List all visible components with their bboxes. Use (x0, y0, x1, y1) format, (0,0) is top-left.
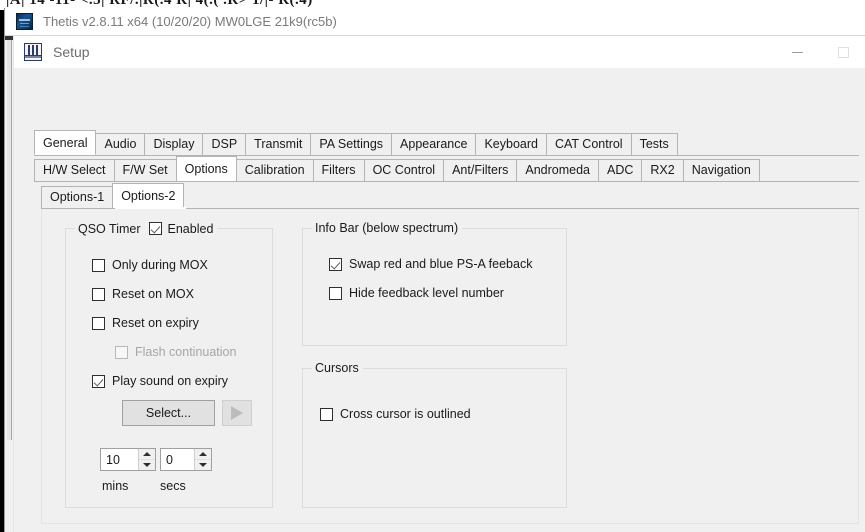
checkbox-reset-on-expiry[interactable]: Reset on expiry (92, 316, 199, 330)
thetis-left-panel-edge (7, 40, 12, 440)
tab-row-3: Options-1 Options-2 (41, 183, 185, 208)
tab-rx2[interactable]: RX2 (641, 159, 684, 181)
tab-row-2-underline (34, 181, 859, 182)
checkbox-reset-on-mox[interactable]: Reset on MOX (92, 287, 194, 301)
tab-row-2: H/W Select F/W Set Options Calibration F… (34, 156, 760, 181)
tab-oc-control[interactable]: OC Control (363, 159, 445, 181)
checkbox-play-sound-on-expiry[interactable]: Play sound on expiry (92, 374, 228, 388)
select-sound-button[interactable]: Select... (122, 400, 215, 426)
setup-window-icon (24, 43, 42, 61)
checkbox-label-enabled: Enabled (167, 221, 214, 236)
tab-tests[interactable]: Tests (630, 133, 678, 155)
tab-fw-set[interactable]: F/W Set (113, 159, 177, 181)
qso-timer-mins-label: mins (102, 479, 129, 493)
checkbox-box-play-sound-on-expiry (92, 374, 105, 388)
minimize-button[interactable] (774, 36, 820, 68)
setup-titlebar[interactable]: Setup (14, 36, 865, 68)
tab-row-1-underline (34, 155, 859, 156)
chevron-down-icon (143, 463, 151, 467)
checkbox-label-play-sound-on-expiry: Play sound on expiry (112, 374, 229, 388)
checkbox-box-flash-continuation (115, 345, 128, 359)
qso-timer-group-title: QSO Timer (78, 221, 141, 236)
qso-timer-secs-label: secs (160, 479, 186, 493)
tab-andromeda[interactable]: Andromeda (516, 159, 599, 181)
checkbox-box-reset-on-mox (92, 287, 105, 301)
setup-dialog: Setup General Audio Display DSP Transmit… (13, 36, 865, 532)
qso-timer-mins-value: 10 (101, 449, 138, 470)
tab-display[interactable]: Display (144, 133, 204, 155)
tab-pa-settings[interactable]: PA Settings (310, 133, 393, 155)
minimize-icon (791, 51, 803, 53)
thetis-app-icon (16, 13, 33, 30)
tab-options-1[interactable]: Options-1 (41, 186, 114, 208)
checkbox-box-cross-cursor-outlined (320, 407, 333, 421)
tab-audio[interactable]: Audio (95, 133, 146, 155)
play-icon (231, 406, 243, 420)
tab-adc[interactable]: ADC (597, 159, 643, 181)
cursors-group: Cursors Cross cursor is outlined (302, 361, 567, 508)
qso-timer-secs-stepper[interactable]: 0 (160, 448, 212, 471)
tab-hw-select[interactable]: H/W Select (34, 159, 115, 181)
checkbox-box-hide-feedback-level (329, 286, 342, 300)
setup-dialog-title: Setup (53, 44, 90, 60)
secs-increment-button[interactable] (195, 449, 211, 460)
secs-decrement-button[interactable] (195, 460, 211, 470)
checkbox-box-enabled (148, 222, 162, 235)
chevron-down-icon (199, 463, 207, 467)
checkbox-label-reset-on-expiry: Reset on expiry (112, 316, 199, 330)
tab-transmit[interactable]: Transmit (245, 133, 312, 155)
maximize-button[interactable] (820, 36, 865, 68)
mins-increment-button[interactable] (139, 449, 155, 460)
tab-options[interactable]: Options (175, 156, 237, 181)
thetis-titlebar[interactable]: Thetis v2.8.11 x64 (10/20/20) MW0LGE 21k… (5, 8, 865, 36)
checkbox-label-hide-feedback-level: Hide feedback level number (349, 286, 504, 300)
mins-decrement-button[interactable] (139, 460, 155, 470)
window-controls (774, 36, 865, 68)
qso-timer-secs-value: 0 (161, 449, 194, 470)
chevron-up-icon (199, 452, 207, 456)
maximize-icon (837, 46, 849, 58)
checkbox-cross-cursor-is-outlined[interactable]: Cross cursor is outlined (320, 407, 471, 421)
checkbox-label-only-during-mox: Only during MOX (112, 258, 208, 272)
tab-keyboard[interactable]: Keyboard (475, 133, 547, 155)
checkbox-only-during-mox[interactable]: Only during MOX (92, 258, 208, 272)
checkbox-hide-feedback-level-number[interactable]: Hide feedback level number (329, 286, 504, 300)
checkbox-box-only-during-mox (92, 258, 105, 272)
cursors-group-title: Cursors (312, 361, 363, 375)
checkbox-label-cross-cursor-outlined: Cross cursor is outlined (340, 407, 471, 421)
tab-cat-control[interactable]: CAT Control (545, 133, 632, 155)
checkbox-swap-red-blue-psa-feedback[interactable]: Swap red and blue PS-A feeback (329, 257, 532, 271)
tab-calibration[interactable]: Calibration (235, 159, 314, 181)
info-bar-group-title: Info Bar (below spectrum) (312, 221, 463, 235)
tab-ant-filters[interactable]: Ant/Filters (443, 159, 518, 181)
checkbox-label-swap-red-blue: Swap red and blue PS-A feeback (349, 257, 533, 271)
checkbox-label-flash-continuation: Flash continuation (135, 345, 237, 359)
play-sound-button (222, 400, 252, 426)
checkbox-box-swap-red-blue (329, 257, 342, 271)
chevron-up-icon (143, 452, 151, 456)
tab-navigation[interactable]: Navigation (682, 159, 760, 181)
tab-general[interactable]: General (34, 130, 97, 155)
checkbox-label-reset-on-mox: Reset on MOX (112, 287, 194, 301)
info-bar-group: Info Bar (below spectrum) Swap red and b… (302, 221, 567, 346)
qso-timer-secs-arrows (194, 449, 211, 470)
qso-timer-mins-arrows (138, 449, 155, 470)
tab-options-2-notch (115, 207, 186, 209)
checkbox-flash-continuation: Flash continuation (115, 345, 236, 359)
qso-timer-group-header: QSO Timer Enabled (75, 220, 219, 237)
thetis-window-title: Thetis v2.8.11 x64 (10/20/20) MW0LGE 21k… (43, 14, 337, 29)
tab-appearance[interactable]: Appearance (391, 133, 477, 155)
tab-options-2[interactable]: Options-2 (112, 183, 185, 208)
tab-dsp[interactable]: DSP (202, 133, 247, 155)
checkbox-box-reset-on-expiry (92, 316, 105, 330)
qso-timer-mins-stepper[interactable]: 10 (100, 448, 156, 471)
checkbox-qso-timer-enabled[interactable]: Enabled (148, 221, 214, 236)
tab-filters[interactable]: Filters (312, 159, 365, 181)
tab-row-1: General Audio Display DSP Transmit PA Se… (34, 130, 678, 155)
